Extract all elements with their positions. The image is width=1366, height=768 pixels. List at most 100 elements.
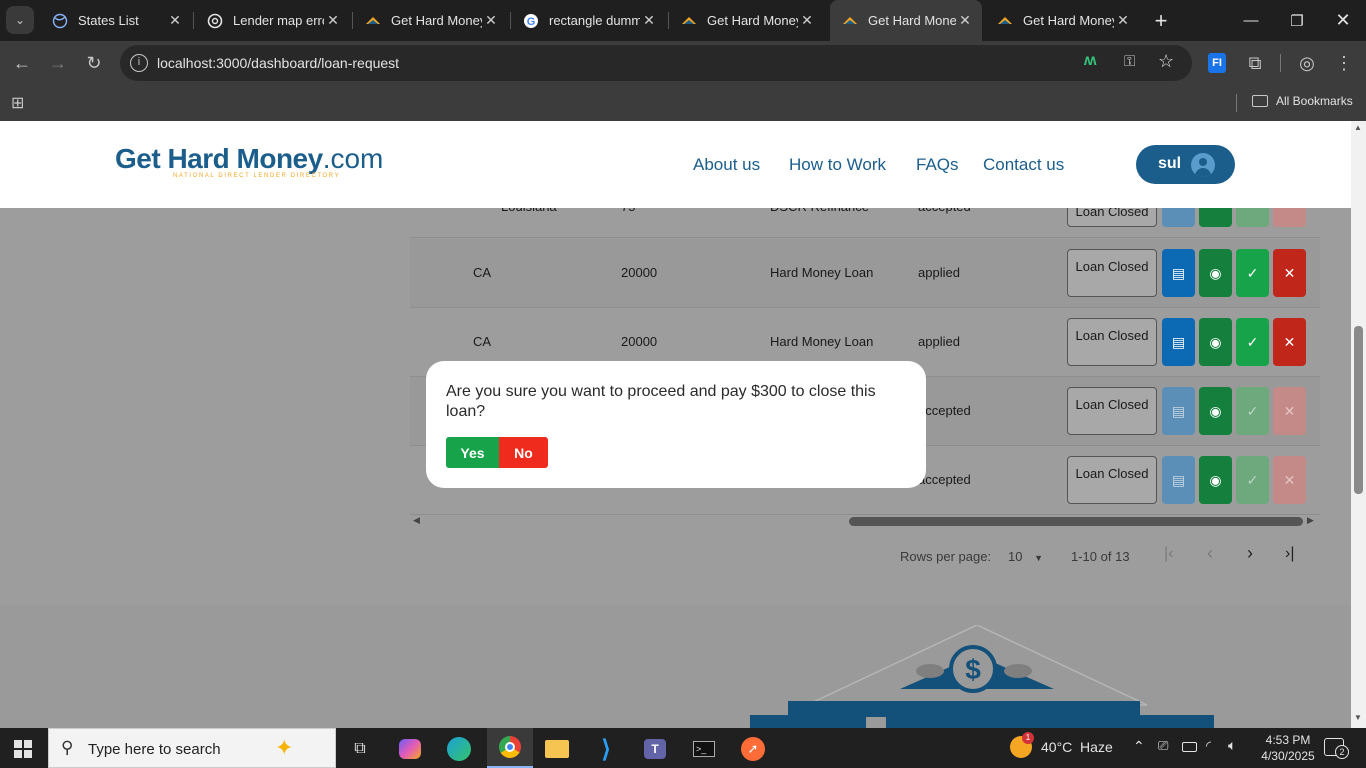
tab-get-hard-money-1[interactable]: Get Hard Money ✕	[353, 0, 508, 41]
profile-icon[interactable]: ◎	[1293, 49, 1321, 77]
close-icon[interactable]: ✕	[798, 12, 816, 29]
tab-search-chevron-icon[interactable]: ⌄	[6, 6, 34, 34]
teams-icon[interactable]: T	[635, 734, 675, 764]
tab-get-hard-money-3[interactable]: Get Hard Money ✕	[985, 0, 1140, 41]
file-explorer-icon[interactable]	[537, 734, 577, 764]
scroll-down-arrow[interactable]: ▼	[1354, 713, 1362, 722]
first-page-icon[interactable]: |‹	[1164, 545, 1173, 563]
restore-icon[interactable]: ❐	[1274, 0, 1320, 41]
close-icon[interactable]: ✕	[640, 12, 658, 29]
address-bar[interactable]: i localhost:3000/dashboard/loan-request …	[120, 45, 1192, 81]
copilot-icon[interactable]	[390, 734, 430, 764]
view-button[interactable]: ◉	[1199, 318, 1232, 366]
view-button[interactable]: ◉	[1199, 456, 1232, 504]
page-vertical-scrollbar[interactable]: ▲ ▼	[1351, 121, 1366, 728]
document-button[interactable]: ▤	[1162, 387, 1195, 435]
loan-closed-button[interactable]: Loan Closed	[1067, 387, 1157, 435]
close-icon[interactable]: ✕	[1114, 12, 1132, 29]
close-icon[interactable]: ✕	[166, 12, 184, 29]
volume-icon[interactable]: 🔈︎	[1228, 737, 1236, 754]
minimize-icon[interactable]: —	[1228, 0, 1274, 41]
apps-grid-icon[interactable]: ⊞	[11, 93, 24, 113]
nav-faqs[interactable]: FAQs	[916, 155, 959, 175]
loan-closed-button[interactable]: Loan Closed	[1067, 456, 1157, 504]
loan-closed-button[interactable]: Loan Closed	[1067, 249, 1157, 297]
tab-get-hard-money-2[interactable]: Get Hard Money ✕	[669, 0, 824, 41]
extensions-puzzle-icon[interactable]: ⧉	[1241, 49, 1269, 77]
menu-kebab-icon[interactable]: ⋮	[1330, 49, 1358, 77]
chevron-down-icon: ▼	[1034, 553, 1044, 563]
svg-text:G: G	[527, 16, 536, 28]
reject-button[interactable]: ✕	[1273, 318, 1306, 366]
tab-label: Get Hard Money	[391, 13, 482, 28]
battery-icon[interactable]	[1182, 742, 1197, 752]
taskbar-search-box[interactable]: ⚲ Type here to search ✦	[48, 728, 336, 768]
bookmark-star-icon[interactable]: ☆	[1158, 51, 1174, 72]
rows-per-page-select[interactable]: 10 ▼	[1008, 549, 1043, 564]
tab-get-hard-money-active[interactable]: Get Hard Money ✕	[830, 0, 982, 41]
postman-icon[interactable]: ➚	[733, 734, 773, 764]
chevron-up-icon[interactable]: ⌃	[1133, 738, 1145, 755]
close-window-icon[interactable]: ✕	[1320, 0, 1366, 41]
cell-type: Hard Money Loan	[770, 334, 874, 349]
no-button[interactable]: No	[499, 437, 548, 468]
weather-widget[interactable]: 1 40°C Haze	[1010, 732, 1113, 758]
tab-states-list[interactable]: States List ✕	[40, 0, 192, 41]
document-icon: ▤	[1171, 264, 1186, 281]
close-icon[interactable]: ✕	[324, 12, 342, 29]
table-scroll-right-arrow[interactable]: ▶	[1307, 515, 1314, 526]
accept-button[interactable]: ✓	[1236, 318, 1269, 366]
wifi-icon[interactable]: ◜	[1206, 738, 1211, 754]
nav-contact-us[interactable]: Contact us	[983, 155, 1064, 175]
last-page-icon[interactable]: ›|	[1285, 545, 1294, 563]
footer-bank-logo-icon: $	[750, 625, 1214, 728]
site-info-icon[interactable]: i	[130, 54, 148, 72]
yes-button[interactable]: Yes	[446, 437, 499, 468]
accept-button[interactable]: ✓	[1236, 456, 1269, 504]
back-arrow-icon[interactable]: ←	[8, 49, 36, 77]
task-view-icon[interactable]: ⧉	[340, 734, 380, 764]
nav-about-us[interactable]: About us	[693, 155, 760, 175]
terminal-icon[interactable]: >_	[684, 734, 724, 764]
close-icon[interactable]: ✕	[956, 12, 974, 29]
reject-button[interactable]: ✕	[1273, 387, 1306, 435]
scroll-thumb[interactable]	[1354, 326, 1363, 494]
accept-button[interactable]: ✓	[1236, 387, 1269, 435]
reject-button[interactable]: ✕	[1273, 456, 1306, 504]
chrome-browser-icon[interactable]	[487, 728, 533, 768]
tab-rectangle-dummy[interactable]: G rectangle dumm ✕	[511, 0, 666, 41]
document-button[interactable]: ▤	[1162, 249, 1195, 297]
tab-lender-map[interactable]: Lender map erro ✕	[195, 0, 350, 41]
new-tab-plus-icon[interactable]: +	[1140, 0, 1182, 41]
reject-button[interactable]: ✕	[1273, 249, 1306, 297]
table-horizontal-scrollbar[interactable]	[849, 517, 1303, 526]
edge-browser-icon[interactable]	[439, 734, 479, 764]
globe-icon	[52, 13, 68, 28]
nav-how-to-work[interactable]: How to Work	[789, 155, 886, 175]
windows-start-icon[interactable]	[14, 740, 32, 758]
site-logo[interactable]: Get Hard Money.com NATIONAL DIRECT LENDE…	[115, 143, 383, 179]
view-button[interactable]: ◉	[1199, 249, 1232, 297]
close-icon[interactable]: ✕	[482, 12, 500, 29]
table-scroll-left-arrow[interactable]: ◀	[413, 515, 420, 526]
view-button[interactable]: ◉	[1199, 387, 1232, 435]
all-bookmarks[interactable]: All Bookmarks	[1252, 94, 1353, 108]
notification-center-icon[interactable]: 2	[1324, 738, 1349, 759]
loan-closed-button[interactable]: Loan Closed	[1067, 318, 1157, 366]
document-button[interactable]: ▤	[1162, 318, 1195, 366]
extension-analytics-icon[interactable]: ʍ	[1084, 52, 1096, 70]
user-menu-button[interactable]: sul	[1136, 145, 1235, 184]
next-page-icon[interactable]: ›	[1247, 543, 1253, 564]
clock[interactable]: 4:53 PM 4/30/2025	[1258, 732, 1318, 764]
prev-page-icon[interactable]: ‹	[1207, 543, 1213, 564]
scroll-up-arrow[interactable]: ▲	[1354, 123, 1362, 132]
vscode-icon[interactable]: ⟩	[586, 734, 626, 764]
camera-icon[interactable]: ⎚	[1158, 738, 1168, 754]
extension-fi-icon[interactable]: FI	[1208, 53, 1226, 73]
page-viewport: Louisiana 75 DSCR Refinance accepted Loa…	[0, 121, 1351, 728]
forward-arrow-icon[interactable]: →	[44, 49, 72, 77]
accept-button[interactable]: ✓	[1236, 249, 1269, 297]
reload-icon[interactable]: ↻	[80, 49, 108, 77]
password-key-icon[interactable]: ⚿	[1124, 53, 1135, 70]
document-button[interactable]: ▤	[1162, 456, 1195, 504]
